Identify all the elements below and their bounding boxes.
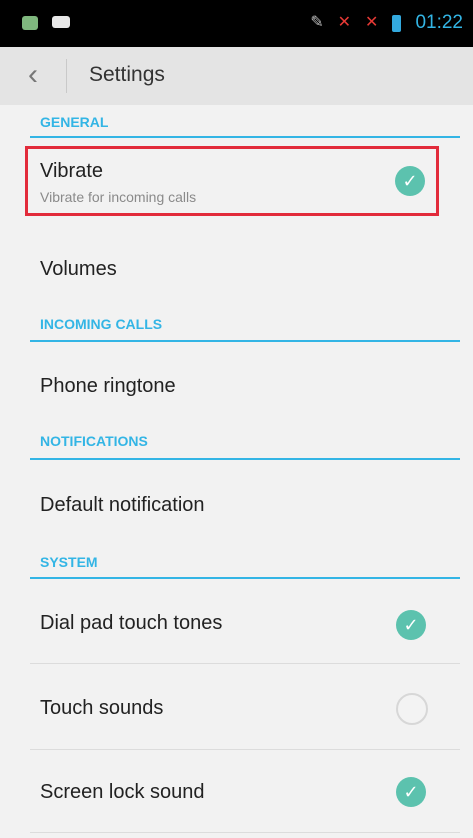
selection-highlight xyxy=(25,146,439,216)
no-signal-icon-2: ✕ xyxy=(365,14,379,31)
action-bar: ‹ Settings xyxy=(0,47,473,105)
setting-volumes[interactable]: Volumes xyxy=(30,240,460,300)
chevron-left-icon[interactable]: ‹ xyxy=(28,59,38,91)
screen-lock-title: Screen lock sound xyxy=(40,781,205,803)
page-title: Settings xyxy=(89,63,165,86)
divider xyxy=(30,663,460,664)
mute-mic-icon: ✎ xyxy=(310,14,324,31)
setting-default-notification[interactable]: Default notification xyxy=(30,472,460,532)
screen-lock-checkbox[interactable]: ✓ xyxy=(396,777,426,807)
no-signal-icon-1: ✕ xyxy=(337,14,352,31)
section-header-system: SYSTEM xyxy=(30,547,460,579)
actionbar-divider xyxy=(66,59,67,93)
status-right-icons: ✎ ✕ ✕ 01:22 xyxy=(310,13,463,33)
setting-touch-sounds[interactable]: Touch sounds xyxy=(30,667,460,747)
section-header-general: GENERAL xyxy=(30,112,460,138)
setting-screen-lock-sound[interactable]: Screen lock sound ✓ xyxy=(30,753,460,831)
divider xyxy=(30,832,460,833)
touch-sounds-title: Touch sounds xyxy=(40,697,164,719)
section-header-notifications: NOTIFICATIONS xyxy=(30,428,460,460)
status-left-icons xyxy=(22,16,70,30)
dial-pad-checkbox[interactable]: ✓ xyxy=(396,610,426,640)
android-icon xyxy=(52,16,70,28)
setting-dial-pad-touch-tones[interactable]: Dial pad touch tones ✓ xyxy=(30,590,460,660)
touch-sounds-checkbox[interactable] xyxy=(396,693,428,725)
phone-ringtone-title: Phone ringtone xyxy=(40,375,176,397)
status-bar: ✎ ✕ ✕ 01:22 xyxy=(0,0,473,47)
battery-icon xyxy=(392,14,402,32)
volumes-title: Volumes xyxy=(40,258,117,280)
divider xyxy=(30,749,460,750)
default-notification-title: Default notification xyxy=(40,494,205,516)
signal-app-icon xyxy=(22,16,38,30)
dial-pad-title: Dial pad touch tones xyxy=(40,612,223,634)
status-time: 01:22 xyxy=(415,12,463,33)
setting-phone-ringtone[interactable]: Phone ringtone xyxy=(30,355,460,415)
section-header-incoming-calls: INCOMING CALLS xyxy=(30,312,460,342)
